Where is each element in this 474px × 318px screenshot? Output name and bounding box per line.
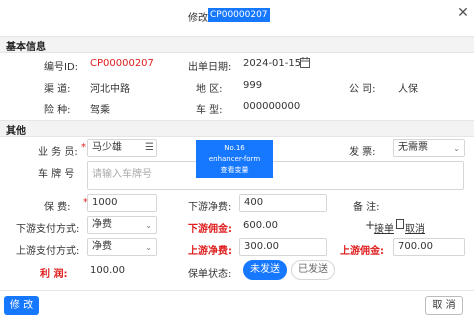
salesman-value: 马少雄	[92, 142, 122, 153]
salesman-label: 业 务 员:	[38, 147, 78, 158]
up-commission-label: 上游佣金:	[340, 246, 384, 257]
section-other-title: 其他	[6, 126, 26, 137]
date-label: 出单日期:	[188, 62, 232, 73]
date-value: 2024-01-15	[243, 58, 302, 69]
down-commission-label: 下游佣金:	[188, 224, 232, 235]
calendar-icon[interactable]	[300, 57, 310, 68]
required-mark: *	[81, 142, 86, 153]
overlay-line1: No.16	[224, 144, 245, 152]
cancel-button[interactable]: 取 消	[425, 296, 463, 315]
status-label: 保单状态:	[188, 269, 232, 280]
up-pay-value: 净费	[92, 241, 112, 252]
remark-label: 备 注:	[353, 202, 380, 213]
downstream-net-value: 400	[244, 197, 264, 208]
plate-label: 车 牌 号	[38, 169, 75, 180]
number-value: CP00000207	[90, 58, 154, 69]
chevron-down-icon: ⌄	[453, 144, 460, 153]
close-icon[interactable]: ✕	[455, 5, 471, 21]
up-commission-value: 700.00	[398, 241, 433, 252]
insurance-value: 驾乘	[90, 105, 110, 116]
down-pay-select[interactable]: 净费 ⌄	[87, 216, 157, 234]
overlay-line2: enhancer-form	[208, 155, 261, 163]
dialog-footer	[0, 290, 474, 318]
premium-label: 保 费:	[44, 202, 71, 213]
region-label: 地 区:	[196, 84, 223, 95]
channel-label: 渠 道:	[44, 84, 71, 95]
profit-label: 利 润:	[40, 269, 68, 280]
box-icon	[396, 219, 404, 229]
up-net-label: 上游净费:	[188, 246, 232, 257]
submit-button[interactable]: 修 改	[4, 296, 39, 315]
invoice-value: 无需票	[398, 142, 428, 153]
insurance-label: 险 种:	[44, 105, 71, 116]
dialog-title: 修改	[188, 13, 208, 24]
chevron-down-icon: ⌄	[145, 221, 152, 230]
vehicle-label: 车 型:	[196, 105, 223, 116]
salesman-input[interactable]: 马少雄 ☰	[87, 139, 157, 157]
section-other-header	[0, 120, 474, 137]
list-icon[interactable]: ☰	[145, 142, 154, 154]
plate-input[interactable]: 请输入车牌号	[87, 161, 464, 190]
up-commission-input[interactable]: 700.00	[393, 238, 465, 256]
premium-value: 1000	[92, 197, 118, 208]
downstream-net-input[interactable]: 400	[239, 194, 327, 212]
up-net-value: 300.00	[244, 241, 279, 252]
region-value: 999	[243, 80, 263, 91]
company-value: 人保	[398, 84, 418, 95]
overlay-line3: 查看变量	[220, 166, 249, 174]
profit-value: 100.00	[90, 265, 125, 276]
status-option-sent[interactable]: 已发送	[291, 260, 335, 280]
chevron-down-icon: ⌄	[145, 243, 152, 252]
plate-placeholder: 请输入车牌号	[92, 169, 152, 180]
number-label: 编号ID:	[44, 62, 79, 73]
down-commission-value: 600.00	[243, 220, 278, 231]
invoice-select[interactable]: 无需票 ⌄	[393, 139, 465, 157]
channel-value: 河北中路	[90, 84, 130, 95]
premium-input[interactable]: 1000	[87, 194, 157, 212]
up-net-input[interactable]: 300.00	[239, 238, 327, 256]
status-option-unsent[interactable]: 未发送	[243, 260, 287, 280]
up-pay-label: 上游支付方式:	[16, 246, 80, 257]
enhancer-form-badge[interactable]: No.16 enhancer-form 查看变量	[196, 140, 273, 178]
section-basic-title: 基本信息	[6, 42, 46, 53]
vehicle-value: 000000000	[243, 101, 301, 112]
accept-order-link[interactable]: 接单	[374, 220, 394, 235]
cancel-order-link[interactable]: 取消	[405, 220, 425, 235]
downstream-net-label: 下游净费:	[188, 202, 232, 213]
dialog-title-code: CP00000207	[208, 8, 270, 22]
down-pay-label: 下游支付方式:	[16, 224, 80, 235]
section-basic-header	[0, 36, 474, 53]
up-pay-select[interactable]: 净费 ⌄	[87, 238, 157, 256]
company-label: 公 司:	[349, 84, 376, 95]
invoice-label: 发 票:	[349, 147, 376, 158]
down-pay-value: 净费	[92, 219, 112, 230]
